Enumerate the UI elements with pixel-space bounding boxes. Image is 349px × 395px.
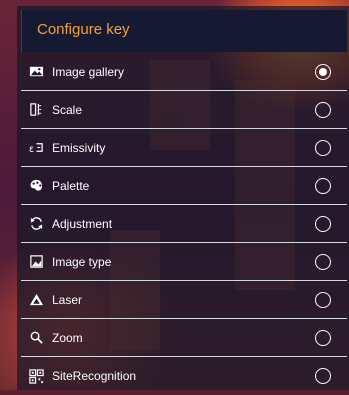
radio-unselected[interactable] (315, 101, 331, 118)
option-label: Image type (52, 254, 112, 269)
laser-icon (28, 292, 44, 308)
palette-icon (28, 178, 44, 194)
image-type-icon (28, 254, 44, 270)
option-scale[interactable]: Scale (21, 91, 347, 129)
panel-title: Configure key (37, 21, 130, 38)
radio-unselected[interactable] (315, 368, 331, 384)
radio-selected[interactable] (315, 63, 331, 80)
option-label: Palette (52, 178, 90, 193)
option-label: Adjustment (52, 216, 113, 231)
option-label: Emissivity (52, 140, 106, 155)
option-label: Zoom (52, 330, 83, 345)
option-laser[interactable]: Laser (21, 281, 347, 319)
image-gallery-icon (28, 64, 44, 80)
option-label: Scale (52, 102, 83, 117)
svg-text:ε: ε (29, 144, 34, 155)
option-label: Laser (52, 292, 83, 307)
option-zoom[interactable]: Zoom (21, 319, 347, 357)
site-recognition-icon (28, 368, 44, 384)
radio-unselected[interactable] (315, 329, 331, 346)
panel-header: Configure key (21, 10, 347, 52)
option-palette[interactable]: Palette (21, 167, 347, 205)
option-image-type[interactable]: Image type (21, 243, 347, 281)
adjustment-icon (28, 216, 44, 232)
option-image-gallery[interactable]: Image gallery (21, 53, 347, 91)
option-label: SiteRecognition (52, 369, 137, 383)
key-option-list: Image gallery Scale ε Emissivity Palette… (21, 53, 347, 395)
emissivity-icon: ε (28, 140, 44, 156)
radio-unselected[interactable] (315, 177, 331, 194)
radio-unselected[interactable] (315, 215, 331, 232)
option-site-recognition[interactable]: SiteRecognition (21, 357, 347, 395)
radio-unselected[interactable] (315, 139, 331, 156)
scale-icon (28, 102, 44, 118)
radio-unselected[interactable] (315, 253, 331, 270)
zoom-icon (28, 330, 44, 346)
option-emissivity[interactable]: ε Emissivity (21, 129, 347, 167)
radio-unselected[interactable] (315, 291, 331, 308)
option-adjustment[interactable]: Adjustment (21, 205, 347, 243)
option-label: Image gallery (52, 64, 125, 79)
